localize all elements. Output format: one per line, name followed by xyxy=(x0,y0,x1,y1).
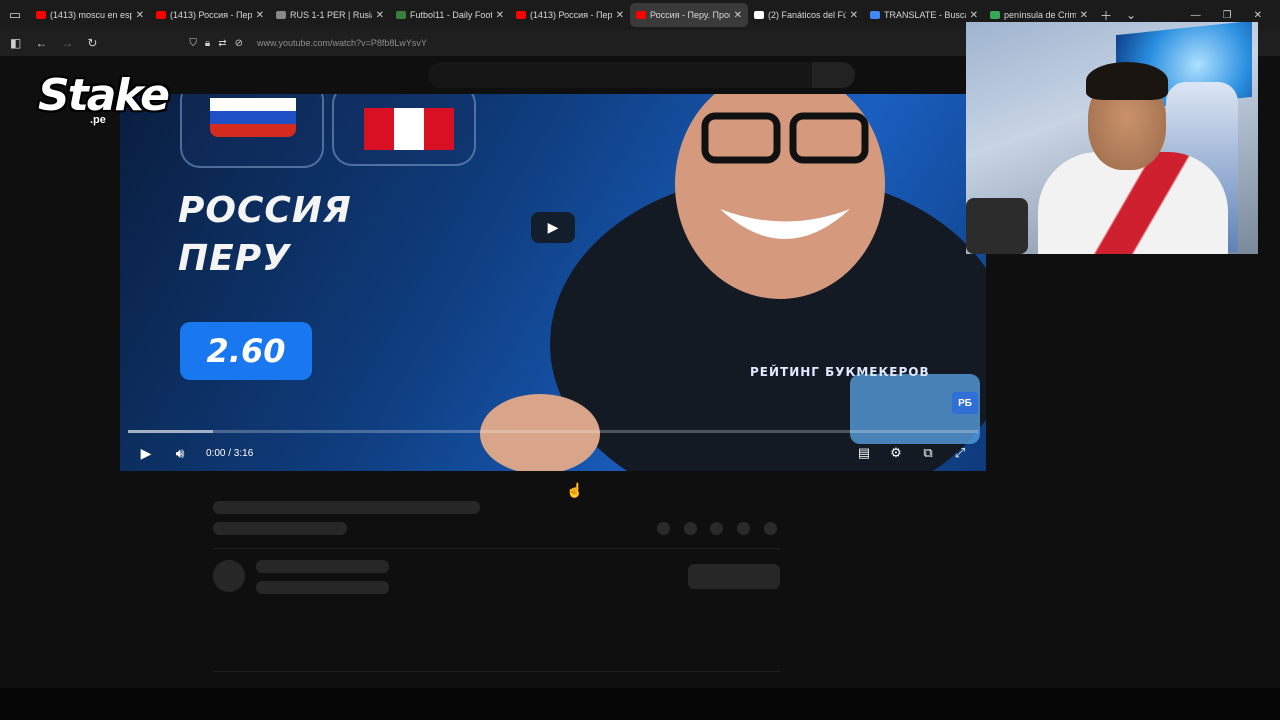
browser-tab[interactable]: (2) Fanáticos del Fú ✕ xyxy=(748,3,864,27)
action-placeholder xyxy=(657,522,670,535)
action-placeholder xyxy=(684,522,697,535)
miniplayer-icon[interactable]: ⧉ xyxy=(916,441,940,465)
close-tab-icon[interactable]: ✕ xyxy=(376,10,384,21)
close-tab-icon[interactable]: ✕ xyxy=(616,10,624,21)
minimize-icon[interactable]: — xyxy=(1191,10,1201,21)
thumbnail-title-line2: ПЕРУ xyxy=(178,238,291,279)
tab-title: RUS 1-1 PER | Rusia vs xyxy=(290,10,372,20)
tab-title: (2) Fanáticos del Fú xyxy=(768,10,846,20)
close-tab-icon[interactable]: ✕ xyxy=(970,10,978,21)
streamer-hair-image xyxy=(1086,62,1168,100)
tab-title: (1413) moscu en españ xyxy=(50,10,132,20)
youtube-icon xyxy=(156,11,166,19)
youtube-icon xyxy=(516,11,526,19)
avatar-placeholder xyxy=(213,560,245,592)
play-icon[interactable]: ▶ xyxy=(134,441,158,465)
security-icons: ⛉ 🔒︎ ⇄ ⊘ xyxy=(189,38,243,49)
time-display: 0:00 / 3:16 xyxy=(206,447,254,459)
progress-bar[interactable] xyxy=(128,430,978,433)
presenter-image xyxy=(480,94,986,471)
bottom-bar xyxy=(0,688,1280,720)
url-field[interactable]: www.youtube.com/watch?v=P8fb8LwYsvY xyxy=(257,38,427,48)
browser-tab[interactable]: Futbol11 - Daily Footb ✕ xyxy=(390,3,510,27)
tab-actions: ＋ ⌄ xyxy=(1100,7,1136,24)
maps-icon xyxy=(990,11,1000,19)
x-icon xyxy=(754,11,764,19)
lock-icon[interactable]: 🔒︎ xyxy=(205,38,210,49)
subtitles-icon[interactable]: ▤ xyxy=(852,441,876,465)
chevron-down-icon[interactable]: ⌄ xyxy=(1126,8,1136,22)
mouse-cursor-icon: ☝ xyxy=(566,482,584,498)
sidebar-toggle-icon[interactable]: ◧ xyxy=(10,36,21,50)
rating-label: РЕЙТИНГ БУКМЕКЕРОВ xyxy=(750,365,930,379)
close-tab-icon[interactable]: ✕ xyxy=(256,10,264,21)
stake-logo-suffix: .pe xyxy=(90,114,106,126)
browser-tab[interactable]: (1413) Россия - Перу ✕ xyxy=(510,3,630,27)
rb-badge: РБ xyxy=(952,392,978,414)
channel-placeholder xyxy=(256,560,389,573)
close-tab-icon[interactable]: ✕ xyxy=(850,10,858,21)
close-tab-icon[interactable]: ✕ xyxy=(1080,10,1088,21)
player-controls: ▶ 🔊︎ 0:00 / 3:16 ▤ ⚙ ⧉ ⤢ xyxy=(120,438,986,468)
player-right-controls: ▤ ⚙ ⧉ ⤢ xyxy=(852,441,986,465)
shield-icon[interactable]: ⛉ xyxy=(189,38,197,49)
browser-tab[interactable]: RUS 1-1 PER | Rusia vs ✕ xyxy=(270,3,390,27)
divider xyxy=(213,548,780,549)
large-play-button[interactable]: ▶ xyxy=(531,212,575,243)
divider xyxy=(213,671,780,672)
action-placeholder xyxy=(737,522,750,535)
title-placeholder xyxy=(213,501,480,514)
reload-icon[interactable]: ↻ xyxy=(87,36,97,50)
progress-buffer xyxy=(128,430,213,433)
webcam-overlay xyxy=(966,22,1258,254)
subscribers-placeholder xyxy=(256,581,389,594)
close-window-icon[interactable]: ✕ xyxy=(1254,10,1262,21)
google-icon xyxy=(870,11,880,19)
video-player[interactable]: РОССИЯ ПЕРУ 2.60 РЕЙТИНГ БУКМЕКЕРОВ РБ ▶… xyxy=(120,94,986,471)
microphone-image xyxy=(966,198,1028,254)
russia-flag-image xyxy=(180,94,324,168)
window-controls: — ❐ ✕ xyxy=(1191,10,1280,21)
site-icon xyxy=(276,11,286,19)
odds-badge: 2.60 xyxy=(180,322,312,380)
forward-icon[interactable]: → xyxy=(61,36,73,50)
action-placeholder xyxy=(710,522,723,535)
search-input[interactable] xyxy=(428,62,812,88)
new-tab-icon[interactable]: ＋ xyxy=(1100,7,1112,24)
youtube-icon xyxy=(36,11,46,19)
tracking-icon[interactable]: ⊘ xyxy=(235,38,243,49)
tab-title: Россия - Перу. Прогн xyxy=(650,10,730,20)
restore-icon[interactable]: ❐ xyxy=(1223,10,1232,21)
tab-title: península de Crimea - xyxy=(1004,10,1076,20)
fullscreen-icon[interactable]: ⤢ xyxy=(948,441,972,465)
tab-list-icon[interactable]: ▭ xyxy=(0,0,30,30)
tab-title: Futbol11 - Daily Footb xyxy=(410,10,492,20)
browser-tab[interactable]: (1413) moscu en españ ✕ xyxy=(30,3,150,27)
youtube-icon xyxy=(636,11,646,19)
close-tab-icon[interactable]: ✕ xyxy=(136,10,144,21)
volume-icon[interactable]: 🔊︎ xyxy=(168,441,192,465)
close-tab-icon[interactable]: ✕ xyxy=(496,10,504,21)
browser-tab-active[interactable]: Россия - Перу. Прогн ✕ xyxy=(630,3,748,27)
browser-tab[interactable]: (1413) Россия - Перу ✕ xyxy=(150,3,270,27)
settings-gear-icon[interactable]: ⚙ xyxy=(884,441,908,465)
back-icon[interactable]: ← xyxy=(35,36,47,50)
permissions-icon[interactable]: ⇄ xyxy=(218,38,226,49)
site-icon xyxy=(396,11,406,19)
close-tab-icon[interactable]: ✕ xyxy=(734,10,742,21)
tab-title: TRANSLATE - Buscar c xyxy=(884,10,966,20)
search-button[interactable] xyxy=(812,62,855,88)
screen: ▭ (1413) moscu en españ ✕ (1413) Россия … xyxy=(0,0,1280,720)
stake-logo: Stake .pe xyxy=(38,70,170,132)
tab-title: (1413) Россия - Перу xyxy=(530,10,612,20)
thumbnail-title-line1: РОССИЯ xyxy=(178,190,352,231)
subscribe-placeholder xyxy=(688,564,780,589)
action-placeholder xyxy=(764,522,777,535)
subtitle-placeholder xyxy=(213,522,347,535)
tab-title: (1413) Россия - Перу xyxy=(170,10,252,20)
